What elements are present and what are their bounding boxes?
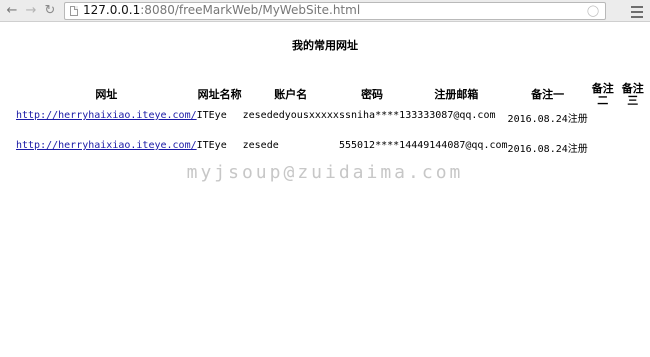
url-path: :8080/freeMarkWeb/MyWebSite.html [140,3,361,17]
note3-cell [618,110,648,140]
browser-toolbar: ← → ↻ 127.0.0.1:8080/freeMarkWeb/MyWebSi… [0,0,650,22]
forward-arrow-icon[interactable]: → [23,3,39,19]
header-site-name: 网址名称 [197,88,242,101]
site-name-cell: ITEye [196,110,227,121]
header-note3: 备注三 [621,82,644,107]
reload-icon[interactable]: ↻ [42,3,58,19]
site-link[interactable]: http://herryhaixiao.iteye.com/ [16,110,197,121]
url-host: 127.0.0.1 [83,3,141,17]
site-cell: http://herryhaixiao.iteye.com/ [16,110,197,140]
note1-cell: 2016.08.24注册 [507,114,588,125]
header-site: 网址 [95,88,118,101]
websites-table: 网址 网址名称 账户名 密码 注册邮箱 备注一 备注二 备注三 http://h… [16,80,648,170]
menu-icon[interactable] [630,3,644,19]
header-note2: 备注二 [591,82,614,107]
password-cell: ssniha****1 [338,110,406,121]
header-email: 注册邮箱 [434,88,479,101]
back-arrow-icon[interactable]: ← [4,3,20,19]
watermark: myjsoup@zuidaima.com [186,162,464,183]
header-password: 密码 [361,88,384,101]
address-bar[interactable]: 127.0.0.1:8080/freeMarkWeb/MyWebSite.htm… [64,2,606,20]
note2-cell [588,110,618,140]
table-row: http://herryhaixiao.iteye.com/ ITEye zes… [16,110,648,140]
page-title: 我的常用网址 [292,39,358,52]
header-account: 账户名 [274,88,308,101]
email-cell: 33333087@qq.com [405,110,496,121]
account-cell: zesededyousxxxxx [242,110,339,121]
header-note1: 备注一 [531,88,565,101]
url-text[interactable]: 127.0.0.1:8080/freeMarkWeb/MyWebSite.htm… [83,3,360,19]
site-link[interactable]: http://herryhaixiao.iteye.com/ [16,140,197,151]
translate-icon[interactable]: ◯ [586,4,600,18]
page-icon [70,6,78,16]
table-header-row: 网址 网址名称 账户名 密码 注册邮箱 备注一 备注二 备注三 [16,80,648,110]
